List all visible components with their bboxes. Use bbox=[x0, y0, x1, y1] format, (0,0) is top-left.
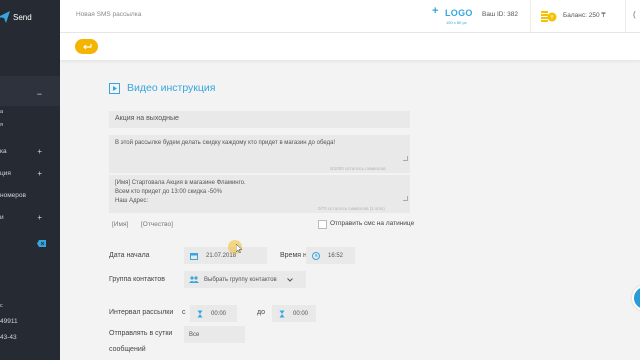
collapse-icon: − bbox=[36, 89, 42, 99]
interval-to-picker[interactable]: 00:00 bbox=[272, 305, 316, 322]
latin-checkbox[interactable] bbox=[318, 220, 327, 229]
expand-icon: + bbox=[37, 213, 42, 222]
sidebar-phone-1: 49911 bbox=[0, 318, 18, 325]
brand[interactable]: Send bbox=[0, 9, 32, 25]
interval-from-picker[interactable]: 00:00 bbox=[190, 305, 237, 322]
per-day-value: Все bbox=[189, 331, 200, 338]
logo-upload[interactable]: + LOGO 150 x 80 px bbox=[432, 5, 477, 26]
start-time-picker[interactable]: 16:52 bbox=[306, 247, 355, 264]
per-day-label-2: сообщений bbox=[109, 346, 146, 353]
divider bbox=[625, 0, 626, 32]
latin-checkbox-label: Отправить смс на латинице bbox=[330, 220, 415, 227]
action-bar bbox=[60, 33, 640, 61]
play-icon bbox=[109, 82, 120, 94]
topbar-edge-mark: ( bbox=[633, 10, 636, 19]
insert-name-tag[interactable]: [Имя] bbox=[112, 221, 128, 228]
interval-from-label: с bbox=[182, 309, 186, 316]
paper-plane-icon bbox=[0, 11, 10, 23]
calendar-icon bbox=[190, 252, 198, 260]
sidebar-item-2[interactable]: а bbox=[0, 109, 60, 115]
expand-icon: + bbox=[37, 169, 42, 178]
hourglass-icon bbox=[197, 310, 203, 317]
back-arrow-icon bbox=[82, 43, 92, 49]
resize-handle[interactable] bbox=[403, 156, 408, 161]
section-title: Видео инструкция bbox=[127, 82, 216, 94]
backspace-icon[interactable] bbox=[37, 240, 46, 247]
contact-group-label: Группа контактов bbox=[109, 276, 165, 283]
per-day-select[interactable]: Все bbox=[184, 326, 245, 343]
mouse-pointer-icon bbox=[236, 244, 242, 253]
sidebar-phone-2: 43-43 bbox=[0, 334, 17, 341]
campaign-name-input[interactable]: Акция на выходные bbox=[109, 111, 410, 128]
video-instruction-link[interactable]: Видео инструкция bbox=[109, 82, 215, 94]
add-logo-icon: + bbox=[432, 5, 439, 17]
help-button[interactable] bbox=[632, 285, 640, 311]
sidebar-active-group bbox=[0, 76, 60, 106]
message-line-3: Наш Адрес: bbox=[115, 198, 148, 204]
resize-handle[interactable] bbox=[403, 196, 408, 201]
sidebar-item-6[interactable]: номеров bbox=[0, 192, 60, 199]
interval-to-value: 00:00 bbox=[293, 310, 309, 317]
start-date-label: Дата начала bbox=[109, 252, 150, 259]
char-counter-2: 0/70 осталось символов (1 sms) bbox=[318, 206, 385, 211]
logo-size-hint: 150 x 80 px bbox=[446, 20, 467, 25]
back-button[interactable] bbox=[75, 39, 98, 54]
sidebar-item-3[interactable]: я bbox=[0, 122, 60, 128]
message-line-1: [Имя] Стартовала Акция в магазине Фламин… bbox=[115, 180, 246, 186]
contact-group-value: Выбрать группу контактов bbox=[204, 276, 277, 283]
sidebar-item-5[interactable]: ция + bbox=[0, 169, 60, 178]
chevron-down-icon bbox=[286, 277, 293, 282]
interval-from-value: 00:00 bbox=[211, 310, 227, 317]
sidebar: Send − а я ка + ция + номеров и + с 4991… bbox=[0, 0, 60, 360]
balance: Баланс: 250 ₸ bbox=[563, 12, 606, 19]
expand-icon: + bbox=[37, 147, 42, 156]
per-day-label: Отправлять в сутки bbox=[109, 330, 173, 337]
message-line-2: Всем кто придет до 13:00 скидка -50% bbox=[115, 189, 222, 195]
sidebar-item-7[interactable]: и + bbox=[0, 213, 60, 222]
hourglass-icon bbox=[279, 310, 285, 317]
insert-patronymic-tag[interactable]: [Отчество] bbox=[141, 221, 173, 228]
page-breadcrumb: Новая SMS рассылка bbox=[76, 11, 142, 18]
contact-group-select[interactable]: Выбрать группу контактов bbox=[184, 271, 306, 288]
start-time-value: 16:52 bbox=[328, 252, 344, 259]
interval-to-label: до bbox=[257, 309, 265, 316]
sidebar-item-4[interactable]: ка + bbox=[0, 147, 60, 156]
brand-name: Send bbox=[13, 12, 32, 22]
message-text-1: В этой рассылке будем делать скидку кажд… bbox=[115, 140, 336, 146]
users-icon bbox=[189, 275, 199, 283]
coins-icon: ₸ bbox=[541, 11, 557, 22]
logo-text: LOGO bbox=[445, 8, 473, 18]
sidebar-footer-c: с bbox=[0, 303, 3, 309]
topbar: Новая SMS рассылка + LOGO 150 x 80 px Ва… bbox=[60, 0, 640, 33]
start-date-picker[interactable]: 21.07.2018 bbox=[184, 247, 267, 264]
send-interval-label: Интервал рассылки bbox=[109, 309, 174, 316]
user-id: Ваш ID: 382 bbox=[482, 11, 518, 18]
char-counter-1: 0/1000 осталось символов bbox=[330, 166, 386, 171]
divider bbox=[530, 0, 531, 32]
clock-icon bbox=[312, 251, 320, 260]
